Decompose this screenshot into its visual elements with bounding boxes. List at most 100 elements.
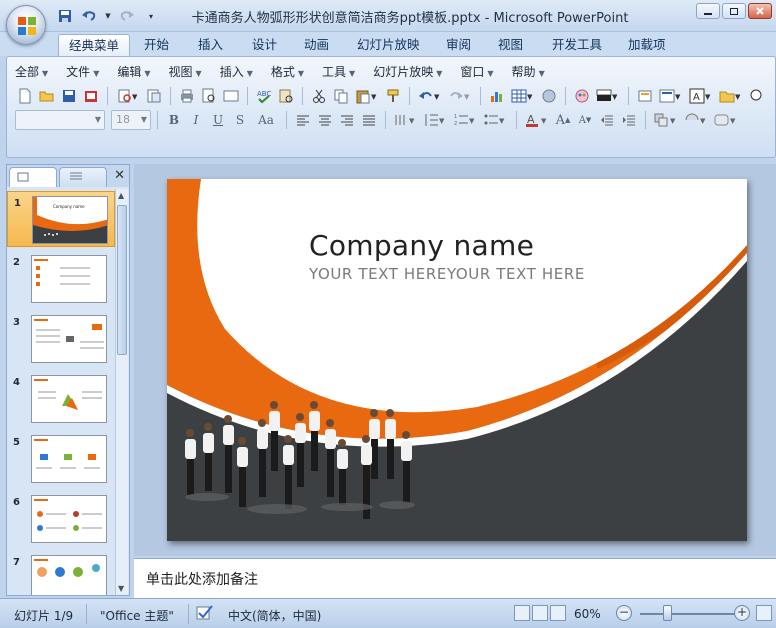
line-spacing-icon[interactable]: ▼ xyxy=(422,110,450,130)
undo-icon[interactable]: ▼ xyxy=(416,86,444,106)
justify-icon[interactable] xyxy=(359,110,379,130)
tab-design[interactable]: 设计 xyxy=(242,34,287,56)
spelling-check-icon[interactable] xyxy=(196,604,214,625)
zoom-in-icon[interactable]: + xyxy=(734,605,750,621)
slide-subtitle[interactable]: YOUR TEXT HEREYOUR TEXT HERE xyxy=(309,265,585,283)
fit-to-window-icon[interactable] xyxy=(756,605,772,621)
scroll-up-icon[interactable]: ▲ xyxy=(118,191,124,200)
menu-tools[interactable]: 工具 ▼ xyxy=(322,63,355,81)
menu-window[interactable]: 窗口 ▼ xyxy=(460,63,493,81)
increase-indent-icon[interactable] xyxy=(619,110,639,130)
preview-icon[interactable] xyxy=(199,86,219,106)
slide-thumbnail[interactable]: 1 Company name xyxy=(7,191,115,247)
zoom-level[interactable]: 60% xyxy=(574,607,601,621)
text-direction-icon[interactable]: ▼ xyxy=(392,110,420,130)
theme-name[interactable]: "Office 主题" xyxy=(100,607,174,624)
quick-styles-icon[interactable]: ▼ xyxy=(682,110,710,130)
format-painter-icon[interactable] xyxy=(383,86,403,106)
menu-insert[interactable]: 插入 ▼ xyxy=(220,63,253,81)
align-right-icon[interactable] xyxy=(337,110,357,130)
italic-icon[interactable]: I xyxy=(186,110,206,130)
slide-view-icon[interactable] xyxy=(221,86,241,106)
paste-icon[interactable]: ▼ xyxy=(353,86,381,106)
slide-thumbnail[interactable]: 4 xyxy=(7,371,115,427)
slide-thumbnail[interactable]: 6 xyxy=(7,491,115,547)
menu-format[interactable]: 格式 ▼ xyxy=(271,63,304,81)
menu-slide-show[interactable]: 幻灯片放映 ▼ xyxy=(373,63,442,81)
scroll-thumb[interactable] xyxy=(117,205,127,355)
zoom-slider-thumb[interactable] xyxy=(662,605,672,621)
menu-all[interactable]: 全部 ▼ xyxy=(15,63,48,81)
office-button[interactable] xyxy=(6,5,46,45)
slide-canvas[interactable]: Company name YOUR TEXT HEREYOUR TEXT HER… xyxy=(167,179,747,541)
strikethrough-icon[interactable]: S xyxy=(230,110,250,130)
design-icon[interactable]: ▼ xyxy=(717,86,745,106)
align-center-icon[interactable] xyxy=(315,110,335,130)
tab-outline[interactable] xyxy=(59,167,107,187)
minimize-icon[interactable] xyxy=(696,3,720,19)
change-case-icon[interactable]: Aa xyxy=(252,110,280,130)
shrink-font-icon[interactable]: A ▼ xyxy=(575,110,595,130)
new-icon[interactable] xyxy=(15,86,35,106)
color-grayscale-icon[interactable]: ▼ xyxy=(594,86,622,106)
permission-icon[interactable] xyxy=(81,86,101,106)
font-size-combo[interactable]: 18 ▼ xyxy=(111,110,151,130)
customize-qat-icon[interactable]: ▾ xyxy=(142,7,160,25)
redo-icon[interactable]: ▼ xyxy=(446,86,474,106)
undo-icon[interactable] xyxy=(80,7,98,25)
tab-home[interactable]: 开始 xyxy=(134,34,179,56)
menu-view[interactable]: 视图 ▼ xyxy=(169,63,202,81)
undo-dropdown-icon[interactable]: ▼ xyxy=(104,7,112,25)
arrange-icon[interactable]: ▼ xyxy=(652,110,680,130)
publish-icon[interactable] xyxy=(144,86,164,106)
underline-icon[interactable]: U xyxy=(208,110,228,130)
language-indicator[interactable]: 中文(简体，中国) xyxy=(228,607,321,624)
grow-font-icon[interactable]: A ▲ xyxy=(553,110,573,130)
tab-classic-menu[interactable]: 经典菜单 xyxy=(58,34,131,56)
new-slide-icon[interactable] xyxy=(635,86,655,106)
save-icon[interactable] xyxy=(56,7,74,25)
font-name-combo[interactable]: ▼ xyxy=(15,110,105,130)
tab-add-ins[interactable]: 加载项 xyxy=(618,34,676,56)
notes-pane[interactable]: 单击此处添加备注 xyxy=(134,558,776,598)
tab-review[interactable]: 审阅 xyxy=(436,34,481,56)
redo-icon[interactable] xyxy=(118,7,136,25)
menu-help[interactable]: 帮助 ▼ xyxy=(512,63,545,81)
menu-edit[interactable]: 编辑 ▼ xyxy=(117,63,150,81)
zoom-slider-track[interactable] xyxy=(640,613,736,615)
zoom-out-icon[interactable]: − xyxy=(616,605,632,621)
slide-layout-icon[interactable]: ▼ xyxy=(657,86,685,106)
cut-icon[interactable] xyxy=(309,86,329,106)
print-icon[interactable] xyxy=(177,86,197,106)
bold-icon[interactable]: B xyxy=(164,110,184,130)
color-scheme-icon[interactable] xyxy=(572,86,592,106)
slide-thumbnail[interactable]: 5 xyxy=(7,431,115,487)
slide-thumbnail[interactable]: 7 xyxy=(7,551,115,595)
tab-insert[interactable]: 插入 xyxy=(188,34,233,56)
normal-view-icon[interactable] xyxy=(514,605,530,621)
insert-chart-icon[interactable] xyxy=(487,86,507,106)
slide-title[interactable]: Company name xyxy=(309,229,534,262)
text-box-icon[interactable]: A ▼ xyxy=(687,86,715,106)
restore-icon[interactable] xyxy=(722,3,746,19)
thumbnails-scrollbar[interactable]: ▲ ▼ xyxy=(115,189,128,595)
align-left-icon[interactable] xyxy=(293,110,313,130)
shape-effects-icon[interactable]: ▼ xyxy=(712,110,740,130)
close-panel-icon[interactable]: ✕ xyxy=(114,168,125,183)
save-icon[interactable] xyxy=(59,86,79,106)
zoom-search-icon[interactable] xyxy=(747,86,767,106)
copy-icon[interactable] xyxy=(331,86,351,106)
close-icon[interactable] xyxy=(748,3,772,19)
insert-table-icon[interactable]: ▼ xyxy=(509,86,537,106)
tab-animations[interactable]: 动画 xyxy=(294,34,339,56)
tab-slides[interactable] xyxy=(9,167,57,187)
print-preview-icon[interactable]: ▼ xyxy=(114,86,142,106)
numbering-icon[interactable]: 1 2 ▼ xyxy=(452,110,480,130)
scroll-down-icon[interactable]: ▼ xyxy=(118,584,124,593)
open-icon[interactable] xyxy=(37,86,57,106)
spelling-icon[interactable]: ABC xyxy=(254,86,274,106)
font-color-icon[interactable]: A ▼ xyxy=(523,110,551,130)
research-icon[interactable] xyxy=(276,86,296,106)
clipart-icon[interactable] xyxy=(539,86,559,106)
bullets-icon[interactable]: ▼ xyxy=(482,110,510,130)
